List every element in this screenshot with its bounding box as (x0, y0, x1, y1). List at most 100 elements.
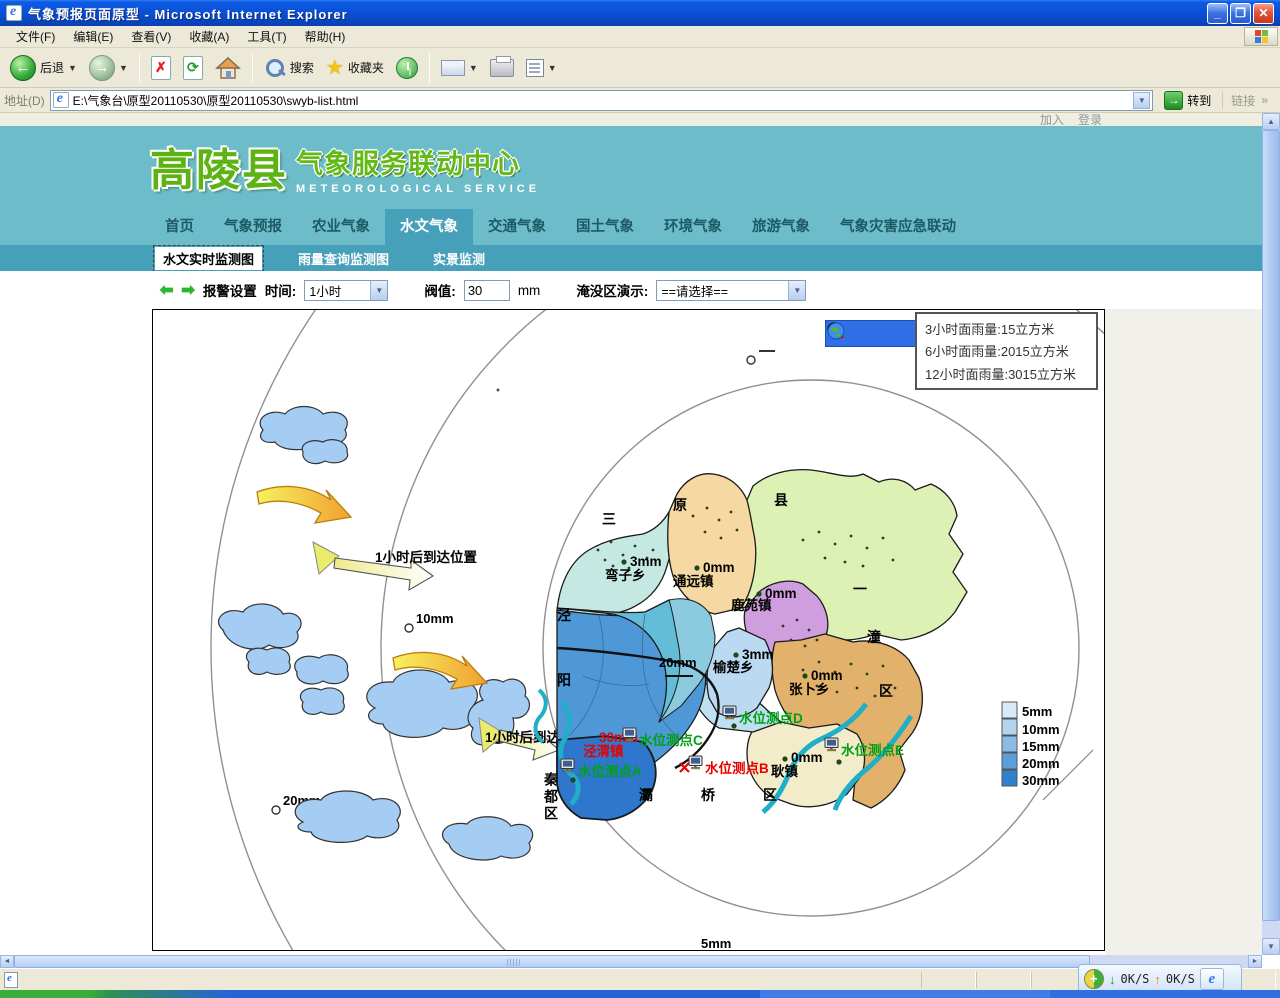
scroll-down-button[interactable]: ▼ (1262, 938, 1280, 955)
rain-clouds (219, 407, 533, 861)
time-select[interactable]: 1小时 ▼ (304, 280, 388, 301)
scroll-up-button[interactable]: ▲ (1262, 113, 1280, 130)
favorites-button[interactable]: ★ 收藏夹 (322, 53, 388, 82)
menu-tools[interactable]: 工具(T) (239, 25, 294, 48)
station-c-label: 水位测点C (639, 732, 703, 748)
controls-row: ⬅ ➡ 报警设置 时间: 1小时 ▼ 阀值: mm 淹没区演示: ==请选择==… (0, 271, 1262, 309)
toolbar-separator (139, 53, 140, 83)
map-zoom-out-button[interactable] (850, 324, 870, 344)
brand-county: 高陵县 (150, 134, 288, 198)
ie-widget-icon[interactable]: e (1200, 968, 1224, 990)
label-xian: 县 (774, 492, 788, 508)
favorites-star-icon: ★ (326, 55, 344, 80)
legend-20mm: 20mm (1022, 756, 1060, 771)
subtab-rainfall-query[interactable]: 雨量查询监测图 (290, 247, 397, 270)
tab-environment[interactable]: 环境气象 (649, 209, 737, 245)
search-button[interactable]: 搜索 (260, 55, 318, 81)
print-button[interactable] (486, 57, 518, 79)
mail-button[interactable]: ▼ (437, 58, 482, 78)
links-chevron-icon[interactable]: » (1261, 93, 1268, 107)
menu-favorites[interactable]: 收藏(A) (181, 25, 237, 48)
title-bar: 气象预报页面原型 - Microsoft Internet Explorer _… (0, 0, 1280, 26)
time-select-arrow-icon[interactable]: ▼ (370, 281, 387, 300)
map-globe-button[interactable] (893, 324, 913, 344)
ring-marker (747, 356, 755, 364)
menu-file[interactable]: 文件(F) (8, 25, 63, 48)
legend-15mm: 15mm (1022, 739, 1060, 754)
sub-nav: 水文实时监测图 雨量查询监测图 实景监测 (0, 245, 1262, 271)
home-button[interactable] (211, 54, 245, 82)
rainfall-12h: 12小时面雨量:3015立方米 (925, 364, 1088, 383)
security-suite-icon[interactable] (1084, 969, 1104, 989)
edit-caret-icon[interactable]: ▼ (548, 63, 557, 73)
upload-speed: 0K/S (1166, 972, 1195, 986)
menu-edit[interactable]: 编辑(E) (65, 25, 121, 48)
tab-home[interactable]: 首页 (150, 209, 209, 245)
maximize-button[interactable]: ❐ (1230, 3, 1251, 24)
links-bar[interactable]: 链接 » (1222, 92, 1276, 109)
page-content: 加入 登录 高陵县 气象服务联动中心 METEOROLOGICAL SERVIC… (0, 113, 1262, 955)
threshold-input[interactable] (464, 280, 510, 301)
address-dropdown-icon[interactable]: ▼ (1133, 92, 1150, 109)
subtab-live-view[interactable]: 实景监测 (425, 247, 493, 270)
horizontal-scroll-thumb[interactable] (14, 955, 1090, 968)
go-label: 转到 (1187, 92, 1211, 109)
download-speed: 0K/S (1121, 972, 1150, 986)
vertical-scrollbar[interactable]: ▲ ▼ (1262, 113, 1280, 955)
taskbar[interactable] (0, 990, 1280, 998)
address-bar: 地址(D) ▼ → 转到 链接 » (0, 88, 1280, 113)
flood-select-arrow-icon[interactable]: ▼ (788, 281, 805, 300)
mail-caret-icon[interactable]: ▼ (469, 63, 478, 73)
label-jingwei: 泾渭镇 (583, 743, 624, 759)
monitoring-map[interactable]: 10mm 20mm 5mm (152, 309, 1105, 951)
refresh-button[interactable]: ⟳ (179, 54, 207, 82)
next-arrow-icon[interactable]: ➡ (181, 280, 194, 300)
address-field[interactable]: ▼ (50, 90, 1154, 111)
subtab-realtime-monitor[interactable]: 水文实时监测图 (155, 247, 262, 270)
stop-button[interactable]: ✗ (147, 54, 175, 82)
close-button[interactable]: ✕ (1253, 3, 1274, 24)
tab-weather-forecast[interactable]: 气象预报 (209, 209, 297, 245)
back-button[interactable]: ← 后退 ▼ (6, 53, 81, 83)
minimize-button[interactable]: _ (1207, 3, 1228, 24)
links-label: 链接 (1231, 92, 1255, 109)
label-yuan: 原 (673, 497, 687, 513)
prev-arrow-icon[interactable]: ⬅ (160, 280, 173, 300)
rainfall-info-panel: 3小时面雨量:15立方米 6小时面雨量:2015立方米 12小时面雨量:3015… (915, 312, 1098, 390)
tab-agriculture[interactable]: 农业气象 (297, 209, 385, 245)
address-input[interactable] (73, 93, 1130, 107)
station-b-icon[interactable] (689, 756, 702, 769)
brand-title: 气象服务联动中心 (296, 142, 540, 181)
vertical-scroll-thumb[interactable] (1262, 130, 1280, 921)
forward-caret-icon[interactable]: ▼ (119, 63, 128, 73)
station-e-label: 水位测点E (841, 742, 904, 758)
menu-view[interactable]: 查看(V) (123, 25, 179, 48)
label-yuchu: 榆楚乡 (713, 659, 754, 675)
tab-traffic[interactable]: 交通气象 (473, 209, 561, 245)
tab-hydrology[interactable]: 水文气象 (385, 209, 473, 245)
flood-demo-select[interactable]: ==请选择== ▼ (656, 280, 806, 301)
windows-logo-icon (1244, 27, 1278, 46)
scroll-right-button[interactable]: ► (1248, 955, 1262, 968)
address-page-icon (53, 92, 69, 108)
tab-tourism[interactable]: 旅游气象 (737, 209, 825, 245)
history-button[interactable] (392, 55, 422, 81)
label-san: 三 (602, 511, 616, 527)
menu-help[interactable]: 帮助(H) (297, 25, 354, 48)
back-caret-icon[interactable]: ▼ (68, 63, 77, 73)
go-button[interactable]: → 转到 (1158, 90, 1217, 111)
address-label: 地址(D) (4, 92, 45, 109)
horizontal-scrollbar[interactable]: ◄ ► (0, 955, 1262, 968)
right-gutter (1105, 309, 1262, 955)
toolbar-separator (429, 53, 430, 83)
edit-button[interactable]: ▼ (522, 57, 561, 79)
mail-icon (441, 60, 465, 76)
status-cell (976, 972, 1031, 988)
tab-emergency[interactable]: 气象灾害应急联动 (825, 209, 971, 245)
map-pan-hand-button[interactable] (872, 324, 892, 344)
legend-10mm: 10mm (1022, 722, 1060, 737)
forward-button[interactable]: → ▼ (85, 53, 132, 83)
scroll-left-button[interactable]: ◄ (0, 955, 14, 968)
rainfall-3h: 3小时面雨量:15立方米 (925, 319, 1088, 338)
tab-land[interactable]: 国土气象 (561, 209, 649, 245)
